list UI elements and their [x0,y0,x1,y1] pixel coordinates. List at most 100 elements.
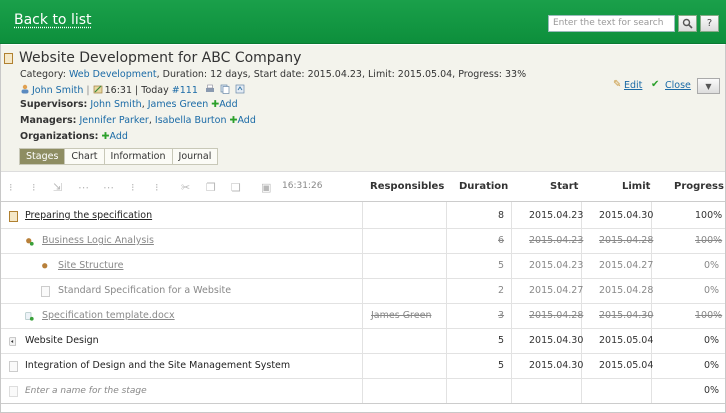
stage-progress: 0% [704,360,720,371]
clipboard-icon [9,211,18,222]
supervisor-link[interactable]: John Smith [90,99,141,110]
search-input[interactable]: Enter the text for search [548,15,675,32]
indent-icon[interactable]: ⇲ [53,181,62,194]
table-row[interactable]: Site Structure 5 2015.04.23 2015.04.27 0… [1,254,725,279]
document-arrow-icon [9,337,17,346]
document-icon [9,386,18,397]
page-title: Website Development for ABC Company [19,50,302,66]
managers-label: Managers: [20,115,77,126]
unlink-stages-icon[interactable]: ⋯ [103,181,114,194]
col-limit[interactable]: Limit [622,181,650,192]
more-actions-button[interactable]: ▼ [697,78,720,94]
stage-responsible[interactable]: James Green [371,304,431,328]
user-icon [21,84,29,94]
stage-down-icon[interactable]: ⁝ [155,181,159,194]
table-row[interactable]: Integration of Design and the Site Manag… [1,354,725,379]
paste-icon[interactable]: ❏ [231,181,241,194]
add-organization-link[interactable]: Add [109,131,127,142]
add-supervisor-link[interactable]: Add [219,99,237,110]
stage-limit: 2015.04.28 [599,235,654,246]
stage-duration: 6 [498,235,505,246]
close-task-link[interactable]: Close [665,80,691,91]
save-icon[interactable]: ▣ [261,181,271,194]
stage-limit: 2015.04.30 [599,210,654,221]
search-button[interactable] [678,15,697,32]
table-row[interactable]: Preparing the specification 8 2015.04.23… [1,204,725,229]
edit-link[interactable]: Edit [624,80,642,91]
tab-stages[interactable]: Stages [20,149,66,164]
copy-stage-icon[interactable]: ❐ [206,181,216,194]
stage-duration: 2 [498,285,505,296]
tab-information[interactable]: Information [104,149,173,164]
new-stage-input[interactable]: Enter a name for the stage [25,379,147,403]
category-link[interactable]: Web Development [69,69,157,80]
link-stages-icon[interactable]: ⋯ [78,181,89,194]
col-progress[interactable]: Progress [674,181,724,192]
table-row[interactable]: Business Logic Analysis 6 2015.04.23 201… [1,229,725,254]
stage-limit: 2015.04.28 [599,285,654,296]
stage-progress: 100% [695,310,723,321]
tab-chart[interactable]: Chart [65,149,105,164]
document-icon [9,361,18,372]
task-meta-details: , Duration: 12 days, Start date: 2015.04… [156,69,527,80]
stage-start: 2015.04.23 [529,260,584,271]
stage-name[interactable]: Preparing the specification [25,204,152,228]
stage-start: 2015.04.27 [529,285,584,296]
tab-journal[interactable]: Journal [172,149,218,164]
add-manager-link[interactable]: Add [237,115,255,126]
task-meta-line: Category: Web Development, Duration: 12 … [20,69,526,80]
stage-name[interactable]: Specification template.docx [42,304,175,328]
stage-name[interactable]: Business Logic Analysis [42,229,154,253]
table-row[interactable]: Specification template.docx James Green … [1,304,725,329]
pencil-icon: ✎ [613,79,622,90]
task-number-link[interactable]: #111 [172,85,198,96]
supervisors-line: Supervisors: John Smith, James Green ✚Ad… [20,99,238,110]
document-icon [41,286,50,297]
stage-progress: 100% [695,210,723,221]
col-start[interactable]: Start [550,181,578,192]
move-up-icon[interactable]: ⁝ [9,181,13,194]
new-stage-row[interactable]: Enter a name for the stage 0% [1,379,725,404]
stage-progress: 0% [704,335,720,346]
edit-time-icon [93,85,102,94]
print-icon[interactable] [205,84,215,94]
back-to-list-link[interactable]: Back to list [14,12,92,28]
export-icon[interactable] [235,84,245,94]
col-responsibles[interactable]: Responsibles [370,181,444,192]
stage-name[interactable]: Standard Specification for a Website [58,279,231,303]
process-icon [42,263,48,269]
new-stage-progress: 0% [704,385,720,396]
stage-duration: 5 [498,335,505,346]
managers-line: Managers: Jennifer Parker, Isabella Burt… [20,115,256,126]
stage-start: 2015.04.23 [529,210,584,221]
magnifier-icon [682,18,693,29]
move-down-icon[interactable]: ⁝ [32,181,36,194]
stage-duration: 5 [498,260,505,271]
cut-icon[interactable]: ✂ [181,181,190,194]
task-document-icon [4,53,13,64]
stage-name[interactable]: Site Structure [58,254,123,278]
stage-up-icon[interactable]: ⁝ [131,181,135,194]
copy-icon[interactable] [220,84,230,94]
checkmark-icon: ✔ [651,79,660,90]
today-label: | Today [135,85,169,96]
task-owner-line: John Smith | 16:31 | Today #111 [20,84,247,96]
stage-start: 2015.04.28 [529,310,584,321]
toolbar-time: 16:31:26 [282,181,323,191]
manager-link[interactable]: Isabella Burton [155,115,227,126]
stage-duration: 8 [498,210,505,221]
col-duration[interactable]: Duration [459,181,508,192]
table-row[interactable]: Website Design 5 2015.04.30 2015.05.04 0… [1,329,725,354]
owner-link[interactable]: John Smith [32,85,83,96]
table-row[interactable]: Standard Specification for a Website 2 2… [1,279,725,304]
edit-time: 16:31 [104,85,133,96]
supervisor-link[interactable]: James Green [148,99,208,110]
manager-link[interactable]: Jennifer Parker [79,115,148,126]
stage-name[interactable]: Website Design [25,329,99,353]
stage-duration: 3 [498,310,505,321]
stage-start: 2015.04.23 [529,235,584,246]
help-button[interactable]: ? [700,15,719,32]
stage-name[interactable]: Integration of Design and the Site Manag… [25,354,290,378]
stage-start: 2015.04.30 [529,360,584,371]
stage-duration: 5 [498,360,505,371]
